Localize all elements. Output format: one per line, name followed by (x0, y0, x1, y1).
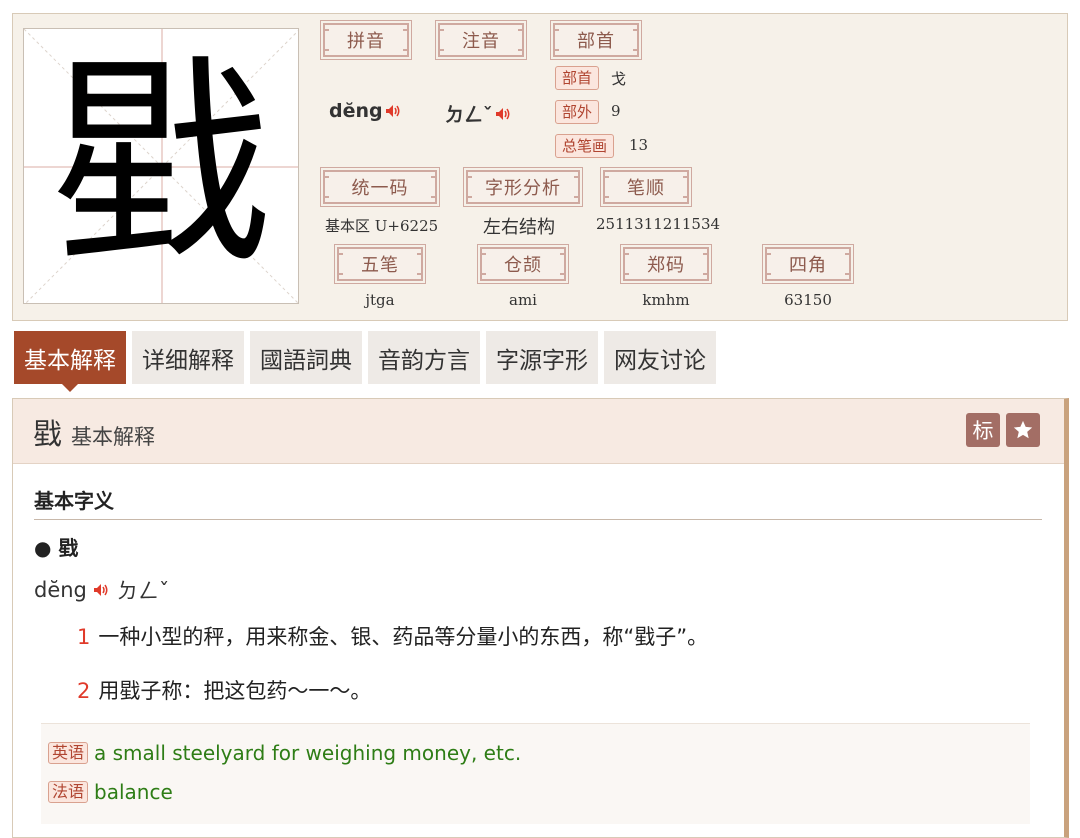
speaker-icon[interactable] (93, 583, 109, 597)
large-character: 戥 (50, 37, 272, 295)
explanation-tabs: 基本解释 详细解释 國語詞典 音韵方言 字源字形 网友讨论 (14, 331, 716, 392)
radical-value: 戈 (611, 70, 627, 88)
tab-phonology-dialect[interactable]: 音韵方言 (368, 331, 480, 384)
label-stroke-order: 笔顺 (600, 167, 692, 207)
definition-item: 2 用戥子称：把这包药～一～。 (77, 675, 371, 705)
character-info-card: 戥 拼音 注音 部首 dĕng ㄉㄥˇ 部首 戈 部外 9 总笔画 13 统一码… (12, 13, 1068, 321)
translation-french: 法语 balance (48, 780, 173, 804)
outside-radical-value: 9 (611, 102, 621, 120)
panel-header: 戥 基本解释 标 (13, 399, 1064, 464)
translation-text: a small steelyard for weighing money, et… (94, 741, 522, 765)
tab-etymology[interactable]: 字源字形 (486, 331, 598, 384)
section-title: 基本字义 (34, 489, 114, 513)
label-radical: 部首 (550, 20, 642, 60)
label-wubi: 五笔 (334, 244, 426, 284)
label-structure: 字形分析 (463, 167, 583, 207)
language-tag: 法语 (48, 781, 89, 803)
total-strokes-tag: 总笔画 (555, 134, 615, 158)
panel-title-character: 戥 (33, 417, 63, 451)
label-unicode: 统一码 (320, 167, 440, 207)
favorite-button[interactable] (1006, 413, 1040, 447)
entry-zhuyin: ㄉㄥˇ (116, 579, 170, 603)
wubi-value: jtga (365, 291, 395, 309)
unicode-value: 基本区 U+6225 (325, 217, 439, 235)
total-strokes-value: 13 (629, 136, 649, 154)
speaker-icon[interactable] (495, 107, 511, 121)
stroke-order-value[interactable]: 2511311211534 (596, 215, 720, 233)
tab-detailed-explanation[interactable]: 详细解释 (132, 331, 244, 384)
label-pinyin: 拼音 (320, 20, 412, 60)
definition-number: 1 (77, 625, 91, 649)
zhengma-value: kmhm (642, 291, 690, 309)
entry-pinyin: dĕng (34, 578, 87, 602)
language-tag: 英语 (48, 742, 89, 764)
tab-basic-explanation[interactable]: 基本解释 (14, 331, 126, 392)
entry-character: ● 戥 (34, 536, 79, 560)
speaker-icon[interactable] (385, 104, 401, 118)
pinyin-text: dĕng (329, 100, 383, 122)
structure-value: 左右结构 (483, 217, 555, 238)
section-divider (34, 519, 1042, 520)
star-icon (1013, 420, 1033, 439)
label-zhengma: 郑码 (620, 244, 712, 284)
zhuyin-pronunciation: ㄉㄥˇ (445, 100, 511, 127)
character-grid: 戥 (23, 28, 299, 304)
four-corner-value: 63150 (784, 291, 832, 309)
tab-user-discussion[interactable]: 网友讨论 (604, 331, 716, 384)
label-zhuyin: 注音 (435, 20, 527, 60)
basic-explanation-panel: 戥 基本解释 标 基本字义 ● 戥 dĕng ㄉㄥˇ 1 一种小型的秤，用来称金、… (12, 398, 1069, 838)
definition-number: 2 (77, 679, 91, 703)
definition-item: 1 一种小型的秤，用来称金、银、药品等分量小的东西，称“戥子”。 (77, 621, 708, 651)
outside-radical-tag: 部外 (555, 100, 600, 124)
radical-tag: 部首 (555, 66, 600, 90)
pinyin-pronunciation: dĕng (329, 100, 401, 122)
mark-button[interactable]: 标 (966, 413, 1000, 447)
translations-box: 英语 a small steelyard for weighing money,… (41, 723, 1030, 824)
cangjie-value: ami (509, 291, 537, 309)
zhuyin-text: ㄉㄥˇ (445, 104, 493, 126)
tab-mandarin-dictionary[interactable]: 國語詞典 (250, 331, 362, 384)
label-cangjie: 仓颉 (477, 244, 569, 284)
definition-text: 一种小型的秤，用来称金、银、药品等分量小的东西，称“戥子”。 (98, 625, 709, 649)
panel-title: 基本解释 (71, 425, 155, 449)
translation-text: balance (94, 780, 173, 804)
entry-pronunciation: dĕng ㄉㄥˇ (34, 575, 169, 605)
label-four-corner: 四角 (762, 244, 854, 284)
translation-english: 英语 a small steelyard for weighing money,… (48, 741, 521, 765)
definition-text: 用戥子称：把这包药～一～。 (98, 679, 372, 703)
